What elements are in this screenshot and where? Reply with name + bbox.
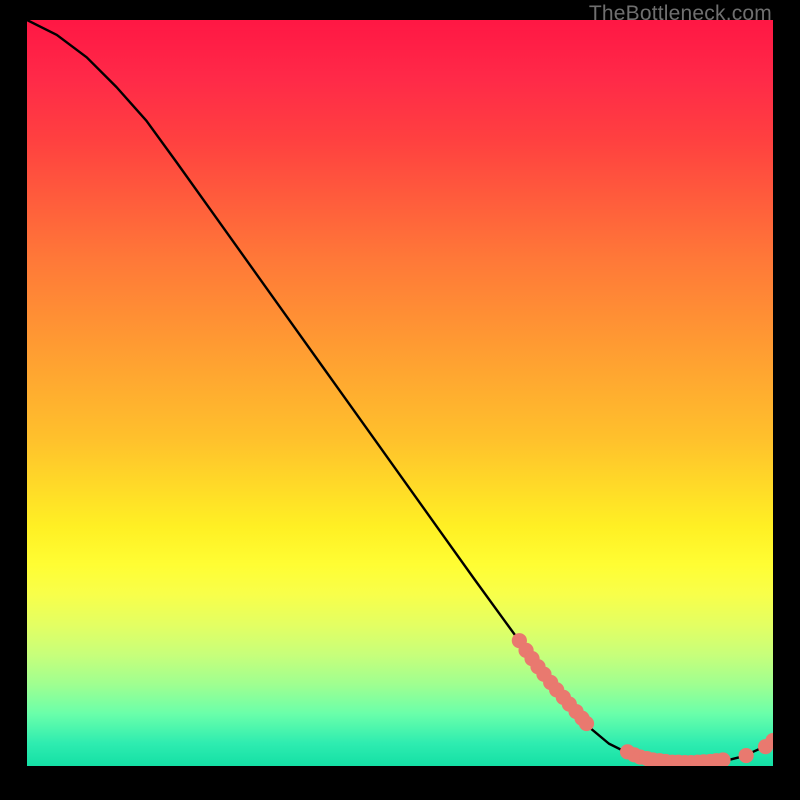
watermark-text: TheBottleneck.com xyxy=(589,2,772,26)
chart-container: TheBottleneck.com xyxy=(0,0,800,800)
plot-area xyxy=(27,20,773,766)
